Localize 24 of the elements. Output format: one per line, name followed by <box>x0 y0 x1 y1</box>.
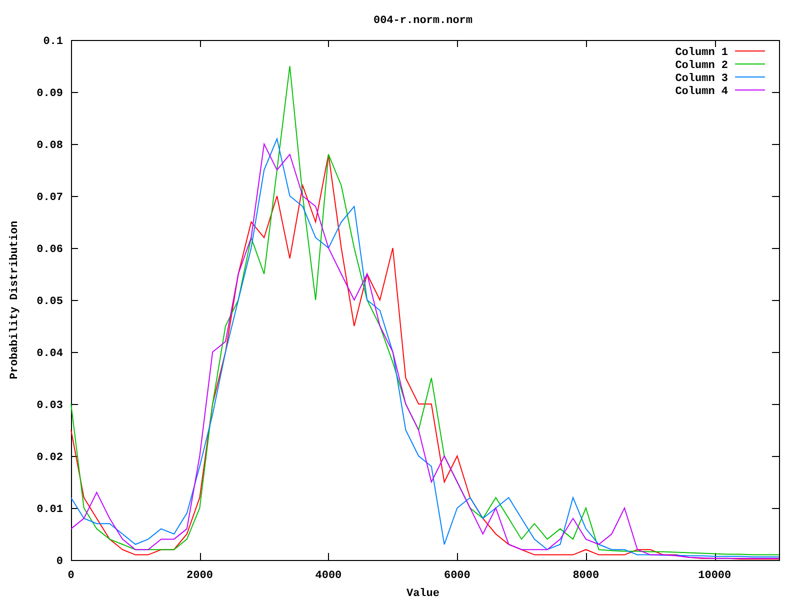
tick-label: 0.03 <box>36 400 63 412</box>
tick-label: 0.09 <box>36 88 63 100</box>
tick-label: 0.07 <box>36 192 63 204</box>
tick-label: 0.02 <box>36 452 63 464</box>
tick-label: 0.01 <box>36 504 63 516</box>
tick-label: 0.1 <box>43 36 63 48</box>
tick-label: 0 <box>68 570 74 582</box>
x-axis-label: Value <box>406 588 440 600</box>
chart-title: 004-r.norm.norm <box>373 15 473 27</box>
tick-label: 10000 <box>698 570 732 582</box>
tick-label: 4000 <box>315 570 342 582</box>
legend-label: Column 4 <box>675 86 728 98</box>
legend-label: Column 3 <box>675 73 728 85</box>
tick-label: 0.05 <box>36 296 63 308</box>
tick-label: 2000 <box>186 570 213 582</box>
tick-label: 0 <box>56 556 63 568</box>
y-axis-label: Probability Distribution <box>9 220 21 380</box>
legend-label: Column 1 <box>675 47 728 59</box>
tick-label: 8000 <box>572 570 600 582</box>
legend-label: Column 2 <box>675 60 728 72</box>
tick-label: 0.04 <box>36 348 63 360</box>
tick-label: 0.08 <box>36 140 63 152</box>
tick-label: 6000 <box>444 570 470 582</box>
tick-label: 0.06 <box>36 244 63 256</box>
